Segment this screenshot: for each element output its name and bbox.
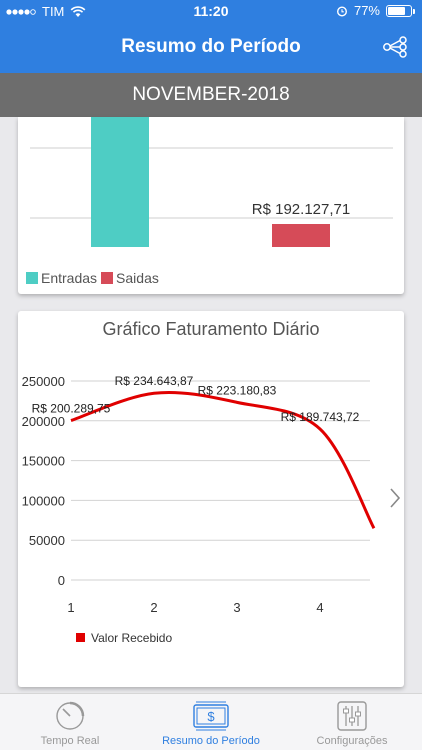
tab-configuracoes[interactable]: Configurações	[282, 694, 422, 750]
battery-icon	[386, 4, 415, 17]
tab-label: Resumo do Período	[162, 735, 260, 747]
period-header: NOVEMBER-2018	[0, 73, 422, 117]
tab-bar: Tempo Real $ Resumo do Período Configura…	[0, 693, 422, 750]
x-tick-label: 1	[67, 600, 74, 615]
page-title: Resumo do Período	[121, 36, 301, 57]
y-tick-label: 100000	[22, 493, 65, 508]
data-label: R$ 234.643,87	[115, 374, 194, 388]
alarm-icon	[336, 5, 347, 17]
y-tick-label: 200000	[22, 414, 65, 429]
x-tick-label: 2	[150, 600, 157, 615]
bar-saidas	[272, 224, 330, 247]
bar-chart: R$ 192.127,71	[30, 117, 393, 247]
x-tick-label: 3	[233, 600, 240, 615]
gauge-icon	[56, 701, 85, 730]
legend-entradas: Entradas	[41, 270, 98, 286]
bar-entradas	[91, 117, 149, 247]
legend-saidas: Saidas	[116, 270, 159, 286]
share-icon[interactable]	[382, 36, 408, 58]
y-tick-label: 250000	[22, 374, 65, 389]
entradas-saidas-card: R$ 192.127,71 Entradas Saidas	[18, 117, 404, 294]
line-chart: 250000 200000 150000 100000 50000 01 2 3 4 R$ 200…	[22, 374, 376, 645]
legend-valor-recebido: Valor Recebido	[91, 631, 172, 645]
battery-percent: 77%	[353, 3, 380, 18]
x-tick-label: 4	[316, 600, 323, 615]
money-icon: $	[193, 701, 229, 731]
legend-swatch-valor-recebido	[76, 633, 85, 642]
data-label: R$ 223.180,83	[198, 383, 277, 397]
chevron-right-icon[interactable]	[388, 486, 402, 510]
bar-legend: Entradas Saidas	[26, 270, 159, 286]
status-bar: TIM 11:20 77%	[0, 0, 422, 22]
data-label-saidas: R$ 192.127,71	[252, 201, 350, 218]
top-bar: TIM 11:20 77% Resumo do Período	[0, 0, 422, 73]
legend-swatch-entradas	[26, 272, 38, 284]
legend-swatch-saidas	[101, 272, 114, 284]
tab-label: Tempo Real	[40, 735, 100, 747]
svg-text:$: $	[207, 709, 215, 724]
y-tick-label: 0	[58, 573, 65, 588]
data-label: R$ 200.289,75	[32, 402, 111, 416]
y-tick-label: 150000	[22, 454, 65, 469]
sliders-icon	[337, 701, 367, 731]
tab-tempo-real[interactable]: Tempo Real	[0, 694, 140, 750]
tab-resumo-do-periodo[interactable]: $ Resumo do Período	[141, 694, 281, 750]
faturamento-card: Gráfico Faturamento Diário 250000 200000 1…	[18, 311, 404, 687]
y-tick-label: 50000	[29, 533, 65, 548]
tab-label: Configurações	[316, 735, 388, 747]
data-label: R$ 189.743,72	[281, 410, 360, 424]
